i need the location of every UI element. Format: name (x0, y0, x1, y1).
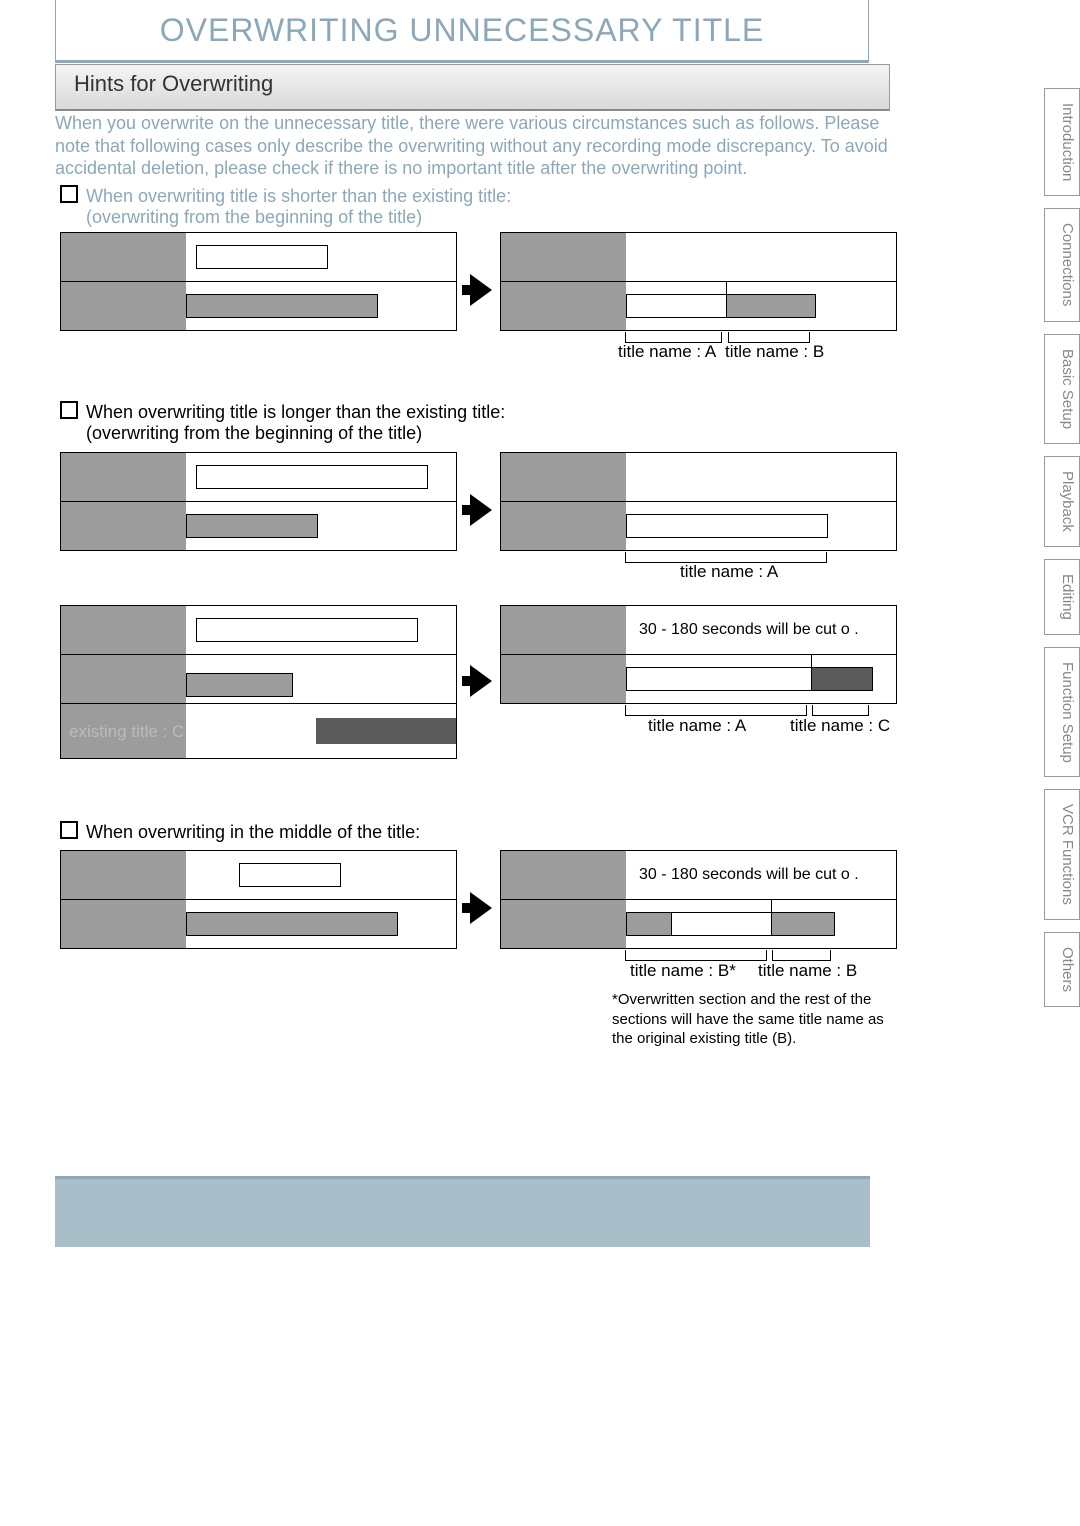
brace (625, 950, 767, 961)
label-title-c: title name : C (790, 716, 890, 736)
diagram-1-after (500, 232, 897, 331)
diagram-1-before (60, 232, 457, 331)
case3-line1: When overwriting in the middle of the ti… (86, 822, 420, 842)
diagram-2a-before (60, 452, 457, 551)
side-tabs: Introduction Connections Basic Setup Pla… (1044, 88, 1080, 1019)
bullet-box-icon (60, 401, 78, 419)
bottom-bar (55, 1176, 870, 1247)
tab-basic-setup[interactable]: Basic Setup (1044, 334, 1080, 444)
tab-connections[interactable]: Connections (1044, 208, 1080, 321)
bullet-case-2: When overwriting title is longer than th… (60, 400, 505, 444)
bullet-box-icon (60, 821, 78, 839)
page-title: OVERWRITING UNNECESSARY TITLE (55, 0, 869, 63)
case2-line1: When overwriting title is longer than th… (86, 402, 505, 422)
brace (625, 705, 807, 716)
arrow-icon (470, 274, 492, 306)
block-c (316, 718, 456, 744)
diagram-2b-before: existing title : C (60, 605, 457, 759)
bullet-box-icon (60, 185, 78, 203)
brace (772, 950, 831, 961)
tab-function-setup[interactable]: Function Setup (1044, 647, 1080, 778)
arrow-icon (470, 892, 492, 924)
label-title-a: title name : A (680, 562, 778, 582)
case2-line2: (overwriting from the beginning of the t… (86, 423, 422, 443)
bullet-case-3: When overwriting in the middle of the ti… (60, 820, 420, 843)
tab-others[interactable]: Others (1044, 932, 1080, 1007)
label-title-a: title name : A (618, 342, 716, 362)
cutoff-text: 30 - 180 seconds will be cut o . (639, 866, 859, 884)
arrow-icon (470, 665, 492, 697)
bullet-case-1: When overwriting title is shorter than t… (60, 184, 511, 228)
diagram-2a-after (500, 452, 897, 551)
case1-line2: (overwriting from the beginning of the t… (86, 207, 422, 227)
label-title-b: title name : B (758, 961, 857, 981)
diagram-2b-after: 30 - 180 seconds will be cut o . (500, 605, 897, 704)
arrow-icon (470, 494, 492, 526)
label-title-b: title name : B (725, 342, 824, 362)
tab-vcr-functions[interactable]: VCR Functions (1044, 789, 1080, 920)
footnote: *Overwritten section and the rest of the… (612, 990, 892, 1049)
tab-editing[interactable]: Editing (1044, 559, 1080, 635)
cutoff-text: 30 - 180 seconds will be cut o . (639, 621, 859, 639)
label-title-a: title name : A (648, 716, 746, 736)
existing-title-c: existing title : C (69, 722, 184, 742)
tab-introduction[interactable]: Introduction (1044, 88, 1080, 196)
brace (812, 705, 869, 716)
diagram-3-after: 30 - 180 seconds will be cut o . (500, 850, 897, 949)
tab-playback[interactable]: Playback (1044, 456, 1080, 547)
diagram-3-before (60, 850, 457, 949)
case1-line1: When overwriting title is shorter than t… (86, 186, 511, 206)
label-title-b-star: title name : B* (630, 961, 736, 981)
intro-text: When you overwrite on the unnecessary ti… (55, 112, 895, 180)
section-header: Hints for Overwriting (55, 64, 890, 111)
